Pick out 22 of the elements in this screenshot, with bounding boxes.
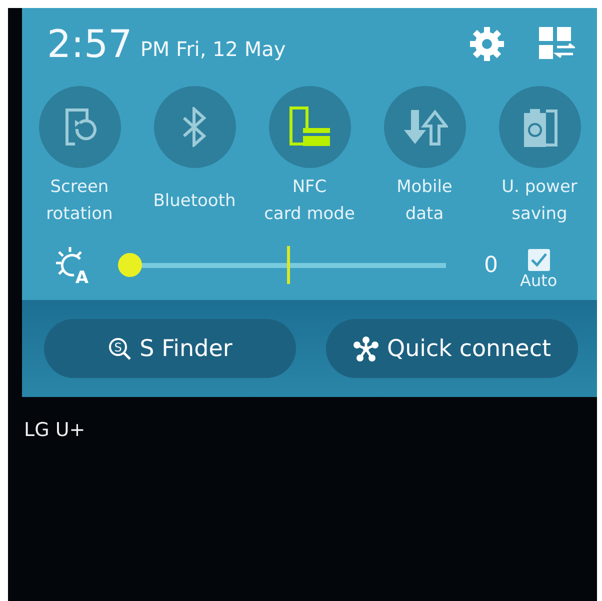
settings-button[interactable] xyxy=(469,26,505,62)
grid-swap-icon xyxy=(539,27,575,61)
bluetooth-icon xyxy=(182,107,208,147)
auto-checkbox[interactable] xyxy=(528,248,550,270)
screen-rotation-icon xyxy=(62,107,96,147)
s-finder-button[interactable]: S S Finder xyxy=(44,319,296,378)
brightness-value: 0 xyxy=(484,252,498,278)
toggle-label: U. power saving xyxy=(502,176,578,226)
quick-connect-button[interactable]: Quick connect xyxy=(326,319,578,378)
slider-thumb[interactable] xyxy=(118,253,142,277)
settings-icon xyxy=(469,26,505,62)
edit-tiles-button[interactable] xyxy=(539,27,575,61)
network-nodes-icon xyxy=(352,336,379,362)
toggle-label: Screen rotation xyxy=(46,176,113,226)
clock-time: 2:57 xyxy=(47,22,132,66)
phone-card-icon xyxy=(288,106,332,148)
auto-label: Auto xyxy=(520,270,558,290)
toggle-label: Mobile data xyxy=(396,176,452,226)
toggle-label: Bluetooth xyxy=(153,190,236,212)
carrier-name: LG U+ xyxy=(24,419,86,441)
toggle-label: NFC card mode xyxy=(264,176,355,226)
date-text: PM Fri, 12 May xyxy=(140,37,286,61)
